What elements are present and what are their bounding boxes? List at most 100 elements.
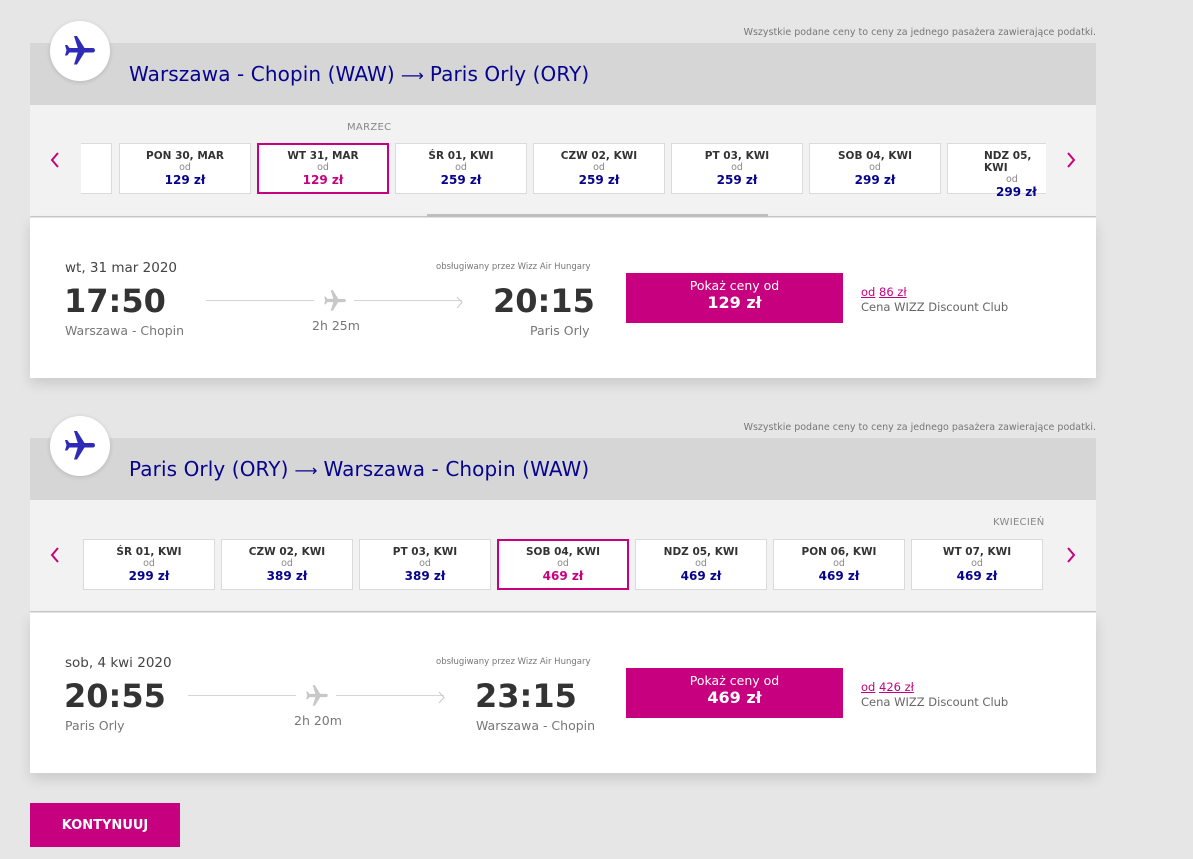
date-label: ŚR 01, KWI [428,150,494,162]
chevron-right-icon[interactable] [1063,148,1079,172]
flight-duration: 2h 20m [294,713,342,728]
outbound-leg: Wszystkie podane ceny to ceny za jednego… [30,0,1096,380]
route-title: Warszawa - Chopin (WAW) ⟶ Paris Orly (ORY) [129,62,589,86]
price-note: Wszystkie podane ceny to ceny za jednego… [743,27,1096,38]
button-label: Pokaż ceny od [689,673,780,688]
operated-by: obsługiwany przez Wizz Air Hungary [436,262,591,272]
date-price: 389 zł [266,569,308,583]
month-label: KWIECIEŃ [993,517,1045,528]
from-label: od [593,162,605,173]
chevron-right-icon [456,294,464,313]
date-card[interactable]: PON 06, KWI od 469 zł [773,539,905,590]
button-price: 469 zł [707,688,762,707]
from-label: od [179,162,191,173]
date-price: 469 zł [818,569,860,583]
date-label: PT 03, KWI [392,546,458,558]
origin: Paris Orly (ORY) [129,457,289,481]
chevron-right-icon[interactable] [1063,543,1079,567]
origin: Warszawa - Chopin (WAW) [129,62,395,86]
show-prices-button[interactable]: Pokaż ceny od 469 zł [626,668,843,718]
wdc-label: Cena WIZZ Discount Club [861,300,1009,314]
date-card[interactable]: NDZ 05, KWI od 299 zł [947,143,1046,199]
arrival-time: 20:15 [493,282,595,320]
arrival-time: 23:15 [475,677,577,715]
wdc-prefix-link[interactable]: od [861,285,875,299]
departure-city: Paris Orly [65,718,125,733]
flight-duration: 2h 25m [312,318,360,333]
date-price: 299 zł [854,173,896,187]
show-prices-button[interactable]: Pokaż ceny od 129 zł [626,273,843,323]
date-selector: KWIECIEŃ ŚR 01, KWI od 299 zł CZW 02, KW… [30,500,1096,612]
discount-club-info: od 86 zł Cena WIZZ Discount Club [861,285,1008,315]
date-price: 389 zł [404,569,446,583]
date-card[interactable]: CZW 02, KWI od 259 zł [533,143,665,194]
date-card[interactable]: PT 03, KWI od 259 zł [671,143,803,194]
from-label: od [1006,174,1018,185]
discount-club-info: od 426 zł Cena WIZZ Discount Club [861,680,1008,710]
wdc-prefix-link[interactable]: od [861,680,875,694]
route-header: Paris Orly (ORY) ⟶ Warszawa - Chopin (WAW) [30,438,1096,500]
date-label: ŚR 01, KWI [116,546,182,558]
date-card[interactable]: ŚR 01, KWI od 299 zł [83,539,215,590]
date-card-selected[interactable]: WT 31, MAR od 129 zł [257,143,389,194]
from-label: od [971,558,983,569]
date-price: 259 zł [578,173,620,187]
date-card[interactable]: ŚR 01, KWI od 259 zł [395,143,527,194]
month-label: MARZEC [347,122,392,133]
date-card[interactable]: WT 07, KWI od 469 zł [911,539,1043,590]
date-card[interactable]: NDZ 05, KWI od 469 zł [635,539,767,590]
date-card[interactable]: PON 30, MAR od 129 zł [119,143,251,194]
date-label: PT 03, KWI [704,150,770,162]
date-selector: MARZEC PON 30, MAR od 129 zł WT 31, MAR … [30,105,1096,217]
date-label: PON 30, MAR [146,150,224,162]
return-leg: Wszystkie podane ceny to ceny za jednego… [30,395,1096,775]
date-card[interactable]: PT 03, KWI od 389 zł [359,539,491,590]
wdc-label: Cena WIZZ Discount Club [861,695,1009,709]
continue-button[interactable]: KONTYNUUJ [30,803,180,847]
route-line [206,300,314,301]
flight-date: sob, 4 kwi 2020 [65,655,172,671]
arrival-city: Paris Orly [530,323,590,338]
price-note: Wszystkie podane ceny to ceny za jednego… [743,422,1096,433]
date-price: 259 zł [716,173,758,187]
date-price: 469 zł [542,569,584,583]
departure-time: 17:50 [64,282,166,320]
from-label: od [869,162,881,173]
chevron-left-icon[interactable] [47,148,63,172]
date-price: 469 zł [956,569,998,583]
wdc-price-link[interactable]: 426 zł [879,680,914,694]
button-price: 129 zł [707,293,762,312]
date-label: SOB 04, KWI [837,150,913,162]
route-line [354,300,462,301]
date-price: 129 zł [164,173,206,187]
chevron-left-icon[interactable] [47,543,63,567]
airplane-icon [50,21,110,81]
from-label: od [317,162,329,173]
route-arrow: ⟶ [400,66,424,85]
date-label: CZW 02, KWI [560,150,638,162]
date-price: 469 zł [680,569,722,583]
airplane-icon [50,416,110,476]
date-card-selected[interactable]: SOB 04, KWI od 469 zł [497,539,629,590]
scrollbar[interactable] [427,214,768,217]
date-label: NDZ 05, KWI [984,150,1032,174]
airplane-icon [304,683,330,713]
from-label: od [833,558,845,569]
date-card-partial[interactable] [81,143,112,194]
date-card[interactable]: SOB 04, KWI od 299 zł [809,143,941,194]
date-price: 259 zł [440,173,482,187]
from-label: od [695,558,707,569]
flight-date: wt, 31 mar 2020 [65,260,178,276]
route-line [336,695,444,696]
departure-time: 20:55 [64,677,166,715]
departure-city: Warszawa - Chopin [65,323,185,338]
date-label: SOB 04, KWI [525,546,601,558]
from-label: od [731,162,743,173]
date-label: CZW 02, KWI [248,546,326,558]
from-label: od [455,162,467,173]
wdc-price-link[interactable]: 86 zł [879,285,907,299]
date-label: PON 06, KWI [801,546,877,558]
chevron-right-icon [438,689,446,708]
date-card[interactable]: CZW 02, KWI od 389 zł [221,539,353,590]
from-label: od [143,558,155,569]
